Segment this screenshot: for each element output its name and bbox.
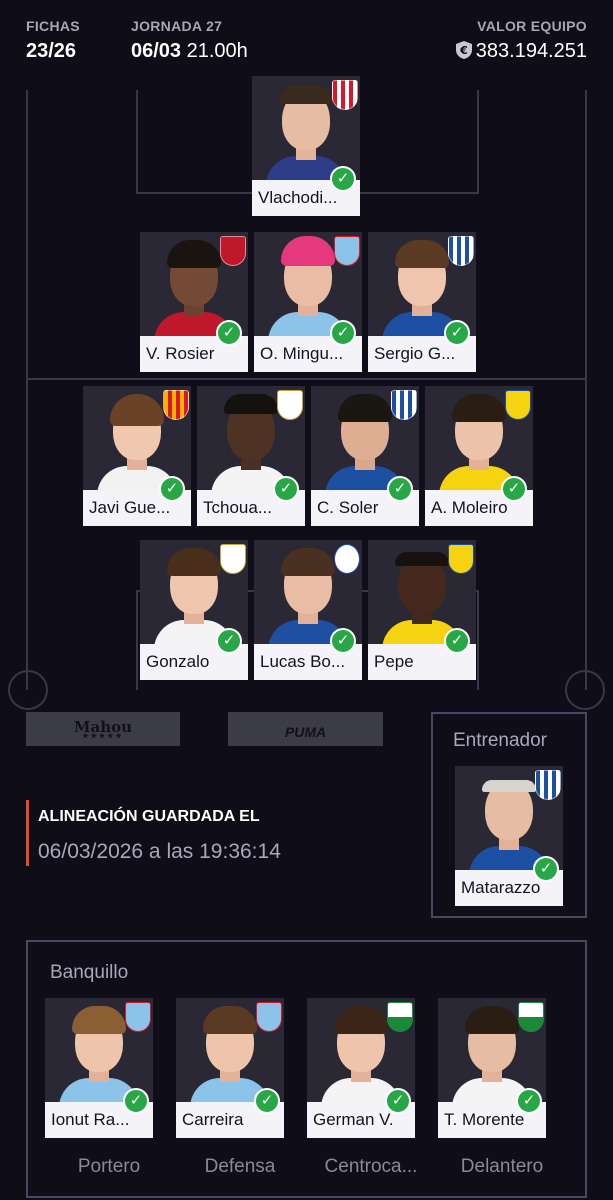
sponsor-mahou-logo: Mahou ★★★★★ — [26, 712, 180, 746]
real-madrid-crest-icon — [277, 390, 303, 420]
real-sociedad-crest-icon — [391, 390, 417, 420]
bench-card-1[interactable]: Ionut Ra... ✓ — [45, 998, 153, 1138]
confirmed-check-icon: ✓ — [330, 320, 356, 346]
player-card-defense-3[interactable]: Sergio G... ✓ — [368, 232, 476, 372]
player-card-goalkeeper[interactable]: Vlachodi... ✓ — [252, 76, 360, 216]
elche-crest-icon — [387, 1002, 413, 1032]
pitch-left-line — [26, 90, 28, 690]
player-photo — [197, 386, 305, 490]
confirmed-check-icon: ✓ — [501, 476, 527, 502]
player-card-attack-3[interactable]: Pepe ✓ — [368, 540, 476, 680]
player-card-defense-2[interactable]: O. Mingu... ✓ — [254, 232, 362, 372]
player-card-attack-1[interactable]: Gonzalo ✓ — [140, 540, 248, 680]
svg-text:€: € — [459, 44, 468, 57]
player-card-midfield-2[interactable]: Tchoua... ✓ — [197, 386, 305, 526]
confirmed-check-icon: ✓ — [330, 628, 356, 654]
confirmed-check-icon: ✓ — [273, 476, 299, 502]
sevilla-crest-icon — [332, 80, 358, 110]
player-photo — [45, 998, 153, 1102]
sponsor-puma-logo: PUMA — [228, 712, 383, 746]
valencia-crest-icon — [163, 390, 189, 420]
celta-crest-icon — [256, 1002, 282, 1032]
confirmed-check-icon: ✓ — [385, 1088, 411, 1114]
player-card-midfield-1[interactable]: Javi Gue... ✓ — [83, 386, 191, 526]
jornada-label: JORNADA 27 — [131, 18, 223, 34]
confirmed-check-icon: ✓ — [444, 628, 470, 654]
real-madrid-crest-icon — [220, 544, 246, 574]
player-photo — [425, 386, 533, 490]
alaves-crest-icon — [334, 544, 360, 574]
villarreal-crest-icon — [448, 544, 474, 574]
coach-card[interactable]: Matarazzo ✓ — [455, 766, 563, 906]
confirmed-check-icon: ✓ — [444, 320, 470, 346]
halfway-line — [26, 378, 587, 380]
confirmed-check-icon: ✓ — [216, 320, 242, 346]
jornada-time: 21.00h — [186, 40, 248, 62]
bench-position-4: Delantero — [460, 1156, 544, 1177]
corner-arc-left — [8, 670, 48, 710]
confirmed-check-icon: ✓ — [254, 1088, 280, 1114]
player-card-midfield-4[interactable]: A. Moleiro ✓ — [425, 386, 533, 526]
player-photo — [311, 386, 419, 490]
confirmed-check-icon: ✓ — [533, 856, 559, 882]
jornada-date: 06/03 — [131, 40, 182, 62]
fichas-value: 23/26 — [26, 40, 77, 62]
bench-position-2: Defensa — [204, 1156, 276, 1177]
corner-arc-right — [565, 670, 605, 710]
player-photo — [176, 998, 284, 1102]
bench-position-1: Portero — [77, 1156, 141, 1177]
valor-equipo-value: 383.194.251 — [475, 40, 587, 62]
osasuna-crest-icon — [220, 236, 246, 266]
confirmed-check-icon: ✓ — [216, 628, 242, 654]
coach-title: Entrenador — [453, 730, 548, 751]
confirmed-check-icon: ✓ — [159, 476, 185, 502]
pitch-right-line — [585, 90, 587, 690]
confirmed-check-icon: ✓ — [123, 1088, 149, 1114]
confirmed-check-icon: ✓ — [387, 476, 413, 502]
fichas-label: FICHAS — [26, 18, 80, 34]
player-card-defense-1[interactable]: V. Rosier ✓ — [140, 232, 248, 372]
celta-crest-icon — [334, 236, 360, 266]
player-photo — [438, 998, 546, 1102]
saved-accent-bar — [26, 800, 29, 866]
player-photo — [307, 998, 415, 1102]
bench-card-2[interactable]: Carreira ✓ — [176, 998, 284, 1138]
player-photo — [252, 76, 360, 180]
player-card-attack-2[interactable]: Lucas Bo... ✓ — [254, 540, 362, 680]
euro-shield-icon: € — [455, 40, 473, 66]
bench-card-4[interactable]: T. Morente ✓ — [438, 998, 546, 1138]
saved-datetime: 06/03/2026 a las 19:36:14 — [38, 840, 281, 863]
bench-title: Banquillo — [50, 962, 129, 983]
jornada-datetime: 06/03 21.00h — [131, 40, 248, 63]
saved-label: ALINEACIÓN GUARDADA EL — [38, 808, 260, 825]
player-card-midfield-3[interactable]: C. Soler ✓ — [311, 386, 419, 526]
bench-position-3: Centroca... — [324, 1156, 418, 1177]
bench-card-3[interactable]: German V. ✓ — [307, 998, 415, 1138]
valor-equipo-label: VALOR EQUIPO — [477, 18, 587, 34]
celta-crest-icon — [125, 1002, 151, 1032]
player-photo — [83, 386, 191, 490]
real-sociedad-crest-icon — [535, 770, 561, 800]
villarreal-crest-icon — [505, 390, 531, 420]
confirmed-check-icon: ✓ — [516, 1088, 542, 1114]
confirmed-check-icon: ✓ — [330, 166, 356, 192]
elche-crest-icon — [518, 1002, 544, 1032]
coach-photo — [455, 766, 563, 870]
valor-equipo: € 383.194.251 — [455, 40, 587, 66]
real-sociedad-crest-icon — [448, 236, 474, 266]
